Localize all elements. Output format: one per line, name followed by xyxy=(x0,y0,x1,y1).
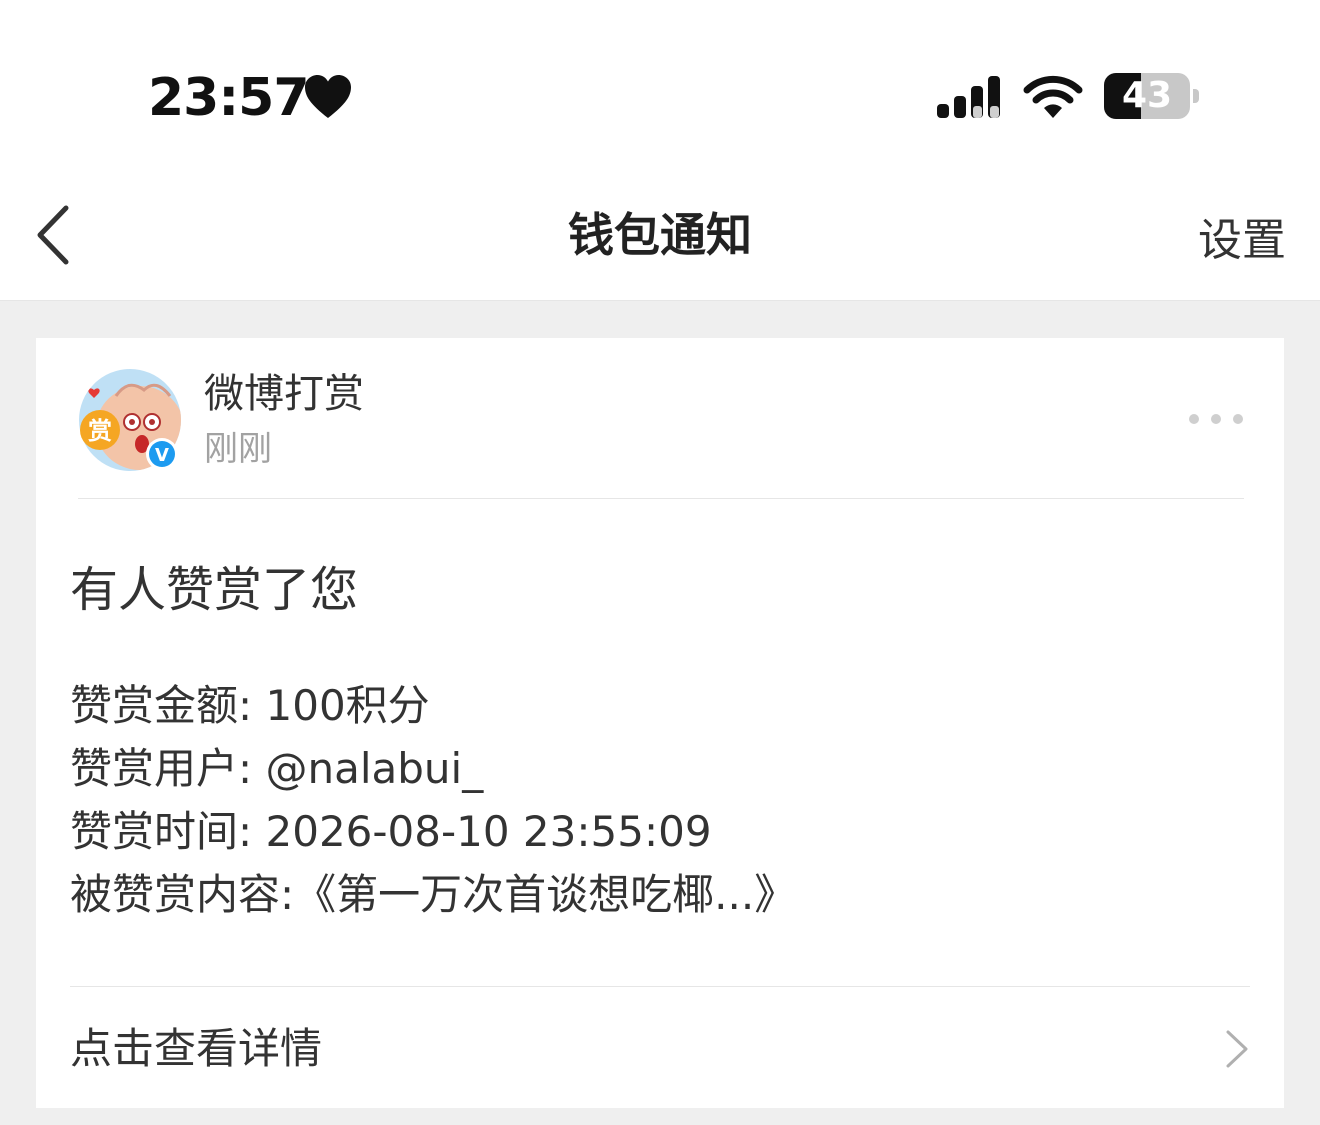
page-title: 钱包通知 xyxy=(568,208,752,262)
view-details-label: 点击查看详情 xyxy=(70,1024,323,1073)
battery-icon: 43 xyxy=(1104,73,1200,121)
notification-card: 赏 V 微博打赏 刚刚 有人赞赏了您 赞赏金额: 100积分 赞赏用户: @na… xyxy=(36,338,1284,1108)
divider xyxy=(70,986,1250,987)
signal-icon xyxy=(937,76,1000,118)
top-bar: 23:57 43 钱包通知 设置 xyxy=(0,0,1320,301)
detail-amount: 赞赏金额: 100积分 xyxy=(70,681,430,730)
message-details: 赞赏金额: 100积分 赞赏用户: @nalabui_ 赞赏时间: 2026-0… xyxy=(70,674,796,926)
avatar: 赏 V xyxy=(79,369,181,471)
avatar-badge: 赏 xyxy=(88,417,112,445)
message-title: 有人赞赏了您 xyxy=(70,562,359,618)
more-dots-icon[interactable] xyxy=(1186,408,1246,430)
status-time: 23:57 xyxy=(148,68,310,128)
view-details-link[interactable]: 点击查看详情 xyxy=(70,1016,1250,1082)
divider xyxy=(78,498,1244,499)
detail-user: 赞赏用户: @nalabui_ xyxy=(70,744,484,793)
sender-time: 刚刚 xyxy=(204,429,272,469)
detail-time: 赞赏时间: 2026-08-10 23:55:09 xyxy=(70,807,712,856)
settings-button[interactable]: 设置 xyxy=(1198,208,1286,274)
wifi-icon xyxy=(1023,75,1083,118)
verified-mark: V xyxy=(155,445,169,466)
heart-icon xyxy=(305,75,351,118)
chevron-right-icon xyxy=(1226,1030,1248,1068)
sender-name: 微博打赏 xyxy=(204,371,364,417)
battery-level: 43 xyxy=(1121,75,1173,116)
detail-content: 被赞赏内容:《第一万次首谈想吃椰...》 xyxy=(70,870,797,919)
